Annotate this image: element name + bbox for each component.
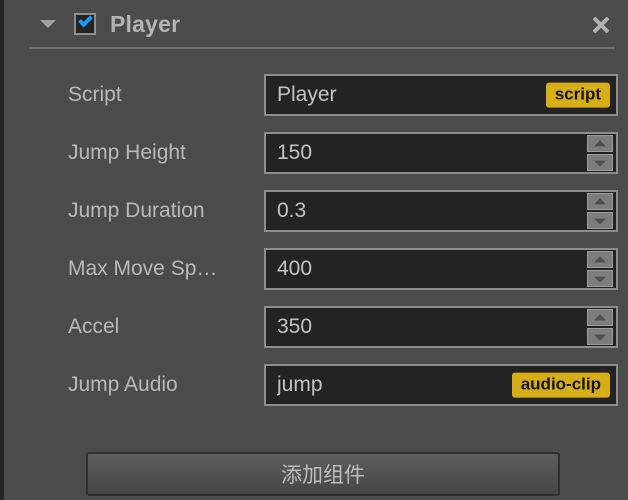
- triangle-down-icon[interactable]: [40, 20, 56, 28]
- jump-height-input[interactable]: 150: [264, 132, 618, 174]
- jump-audio-asset-field[interactable]: jump audio-clip: [264, 364, 618, 406]
- accel-input[interactable]: 350: [264, 306, 618, 348]
- triangle-up-icon: [594, 255, 606, 262]
- close-icon[interactable]: [588, 12, 614, 38]
- triangle-up-icon: [594, 139, 606, 146]
- quantity-stepper: [587, 251, 613, 287]
- property-row-accel: Accel 350: [4, 298, 628, 356]
- script-type-badge[interactable]: script: [545, 82, 610, 108]
- component-enable-checkbox[interactable]: [74, 12, 96, 35]
- stepper-decrement-button[interactable]: [587, 270, 613, 287]
- property-label: Jump Duration: [68, 199, 205, 222]
- triangle-down-icon: [594, 160, 606, 167]
- property-row-script: Script Player script: [4, 66, 628, 124]
- property-row-jump-audio: Jump Audio jump audio-clip: [4, 356, 628, 414]
- script-asset-field[interactable]: Player script: [264, 74, 618, 116]
- quantity-stepper: [587, 193, 613, 229]
- quantity-stepper: [587, 309, 613, 345]
- property-list: Script Player script Jump Height 150 Jum…: [4, 66, 628, 414]
- field-value: 350: [277, 315, 313, 338]
- stepper-decrement-button[interactable]: [587, 212, 613, 229]
- header-divider: [29, 47, 615, 49]
- property-label: Script: [68, 83, 122, 106]
- quantity-stepper: [587, 135, 613, 171]
- property-label: Jump Height: [68, 141, 186, 164]
- property-row-max-move-speed: Max Move Sp… 400: [4, 240, 628, 298]
- audio-clip-type-badge[interactable]: audio-clip: [511, 372, 610, 398]
- max-move-speed-input[interactable]: 400: [264, 248, 618, 290]
- field-value: 150: [277, 141, 313, 164]
- component-title: Player: [110, 10, 181, 37]
- stepper-increment-button[interactable]: [587, 135, 613, 152]
- property-row-jump-height: Jump Height 150: [4, 124, 628, 182]
- property-label: Max Move Sp…: [68, 257, 218, 280]
- component-header: Player: [4, 0, 628, 48]
- field-value: jump: [277, 373, 323, 396]
- field-value: 400: [277, 257, 313, 280]
- stepper-increment-button[interactable]: [587, 309, 613, 326]
- stepper-increment-button[interactable]: [587, 251, 613, 268]
- checkmark-icon: [78, 12, 93, 28]
- add-component-button[interactable]: 添加组件: [86, 452, 560, 496]
- property-label: Jump Audio: [68, 373, 178, 396]
- property-label: Accel: [68, 315, 120, 338]
- stepper-decrement-button[interactable]: [587, 154, 613, 171]
- triangle-down-icon: [594, 218, 606, 225]
- triangle-up-icon: [594, 313, 606, 320]
- stepper-increment-button[interactable]: [587, 193, 613, 210]
- jump-duration-input[interactable]: 0.3: [264, 190, 618, 232]
- triangle-up-icon: [594, 197, 606, 204]
- triangle-down-icon: [594, 276, 606, 283]
- property-row-jump-duration: Jump Duration 0.3: [4, 182, 628, 240]
- inspector-panel: Player Script Player script Jump Height …: [0, 0, 628, 500]
- field-value: Player: [277, 83, 337, 106]
- field-value: 0.3: [277, 199, 307, 222]
- stepper-decrement-button[interactable]: [587, 328, 613, 345]
- triangle-down-icon: [594, 334, 606, 341]
